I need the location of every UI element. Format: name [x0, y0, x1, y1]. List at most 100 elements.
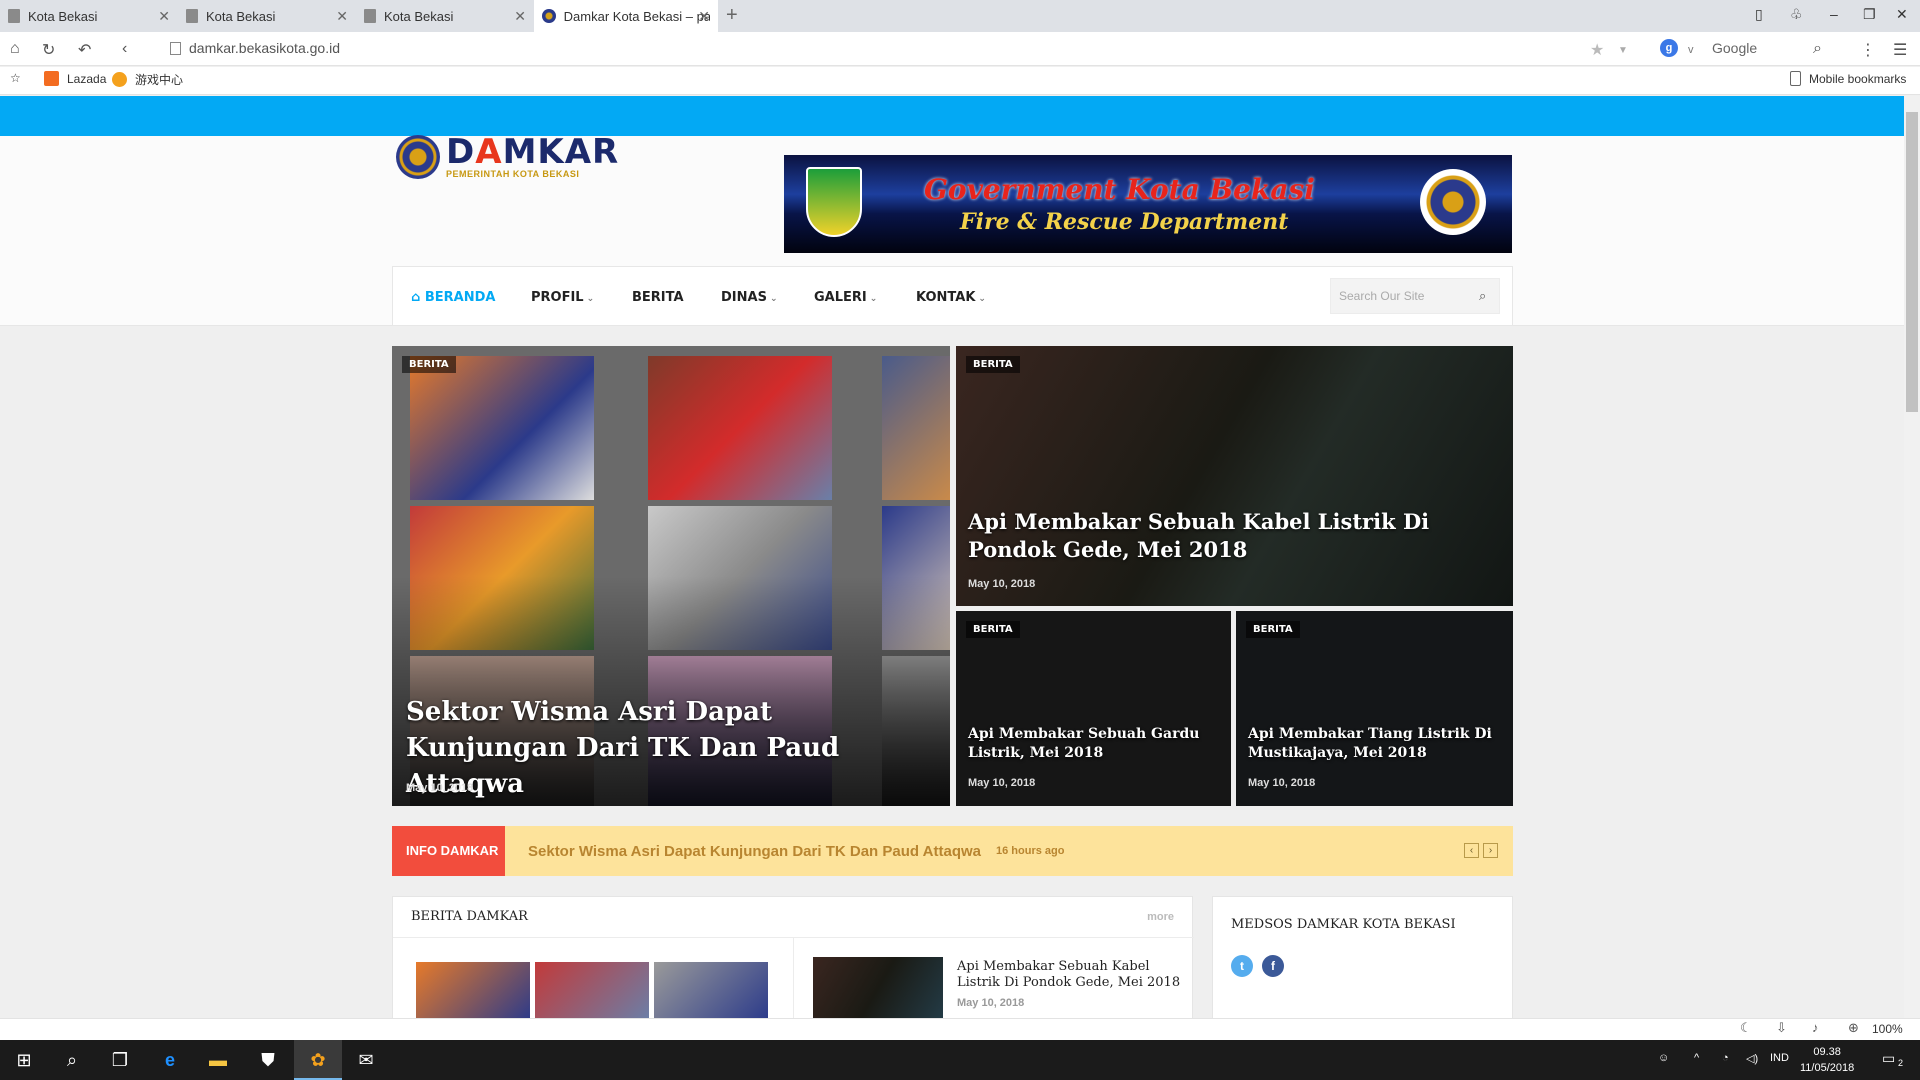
chevron-down-icon: ⌄	[586, 294, 595, 304]
twitter-icon[interactable]: t	[1231, 955, 1253, 977]
store-icon[interactable]: ⛊	[256, 1048, 280, 1072]
featured-post-4[interactable]: BERITA Api Membakar Tiang Listrik Di Mus…	[1236, 611, 1513, 806]
thumbnail[interactable]	[813, 957, 943, 1021]
thumbnail[interactable]	[535, 962, 649, 1022]
browser-tab-3[interactable]: Kota Bekasi ✕	[356, 0, 534, 32]
banner-line-2: Fire & Rescue Department	[960, 209, 1289, 235]
game-center-icon	[112, 72, 127, 87]
chevron-up-icon[interactable]: ^	[1694, 1052, 1699, 1064]
featured-post-2[interactable]: BERITA Api Membakar Sebuah Kabel Listrik…	[956, 346, 1513, 606]
star-bookmark-icon[interactable]: ★	[1590, 40, 1604, 60]
close-tab-icon[interactable]: ✕	[158, 8, 170, 25]
page-icon	[170, 42, 181, 55]
close-window-icon[interactable]: ✕	[1896, 6, 1908, 23]
volume-icon[interactable]: ♪	[1812, 1020, 1819, 1035]
speaker-icon[interactable]: ◁)	[1746, 1052, 1758, 1065]
nav-label: GALERI	[814, 290, 867, 305]
home-icon[interactable]: ⌂	[10, 40, 20, 58]
ticker-headline[interactable]: Sektor Wisma Asri Dapat Kunjungan Dari T…	[528, 843, 981, 860]
close-tab-icon[interactable]: ✕	[336, 8, 348, 25]
medsos-panel: MEDSOS DAMKAR KOTA BEKASI t f	[1212, 896, 1513, 1020]
input-language[interactable]: IND	[1770, 1052, 1789, 1064]
nav-label: BERITA	[632, 290, 684, 305]
close-tab-icon[interactable]: ✕	[514, 8, 526, 25]
post-title[interactable]: Api Membakar Tiang Listrik Di Mustikajay…	[1248, 725, 1498, 763]
minimize-icon[interactable]: –	[1830, 6, 1838, 22]
reload-icon[interactable]: ↻	[42, 40, 55, 60]
zoom-level[interactable]: 100%	[1872, 1022, 1903, 1036]
featured-post-3[interactable]: BERITA Api Membakar Sebuah Gardu Listrik…	[956, 611, 1231, 806]
night-mode-icon[interactable]: ☾	[1740, 1020, 1752, 1036]
mail-icon[interactable]: ✉	[354, 1048, 378, 1072]
bookmark-lazada[interactable]: Lazada	[44, 71, 106, 86]
panel-title: BERITA DAMKAR	[411, 909, 528, 924]
thumbnail[interactable]	[654, 962, 768, 1022]
download-icon[interactable]: ⇩	[1776, 1020, 1787, 1036]
windows-start-icon[interactable]: ⊞	[12, 1048, 36, 1072]
nav-galeri[interactable]: GALERI ⌄	[814, 290, 877, 305]
back-icon[interactable]: ‹	[122, 40, 127, 58]
tab-title: Kota Bekasi	[384, 8, 454, 24]
people-icon[interactable]: ☺	[1658, 1052, 1669, 1064]
category-badge[interactable]: BERITA	[402, 356, 456, 373]
bookmark-game-center[interactable]: 游戏中心	[112, 71, 183, 88]
new-tab-plus-icon[interactable]: +	[726, 4, 738, 27]
bookmark-label: Mobile bookmarks	[1809, 71, 1907, 86]
mobile-bookmarks[interactable]: Mobile bookmarks	[1790, 71, 1906, 86]
ticker-prev-button[interactable]: ‹	[1464, 843, 1479, 858]
ticker-next-button[interactable]: ›	[1483, 843, 1498, 858]
more-vert-icon[interactable]: ⋮	[1860, 40, 1876, 60]
file-explorer-icon[interactable]: ▬	[206, 1048, 230, 1072]
tab-title: Damkar Kota Bekasi – pantang	[563, 8, 710, 24]
chevron-down-icon[interactable]: v	[1688, 44, 1694, 56]
close-tab-icon[interactable]: ✕	[698, 8, 710, 25]
chevron-down-icon[interactable]: ▼	[1618, 45, 1628, 56]
facebook-icon[interactable]: f	[1262, 955, 1284, 977]
url-field[interactable]: damkar.bekasikota.go.id	[189, 40, 340, 56]
post-title[interactable]: Api Membakar Sebuah Gardu Listrik, Mei 2…	[968, 725, 1218, 763]
home-icon: ⌂	[411, 290, 425, 305]
task-view-icon[interactable]: ❐	[108, 1048, 132, 1072]
search-engine-field[interactable]: Google	[1712, 40, 1757, 56]
nav-berita[interactable]: BERITA	[632, 290, 684, 305]
search-icon[interactable]: ⌕	[1479, 288, 1486, 304]
browser-tab-2[interactable]: Kota Bekasi ✕	[178, 0, 356, 32]
edge-browser-icon[interactable]: e	[158, 1048, 182, 1072]
featured-post-main[interactable]: BERITA Sektor Wisma Asri Dapat Kunjungan…	[392, 346, 950, 806]
nav-kontak[interactable]: KONTAK ⌄	[916, 290, 986, 305]
category-badge[interactable]: BERITA	[966, 621, 1020, 638]
action-center-icon[interactable]: ▭	[1882, 1050, 1895, 1067]
search-icon[interactable]: ⌕	[1813, 40, 1822, 58]
nav-dinas[interactable]: DINAS ⌄	[721, 290, 777, 305]
uc-browser-icon[interactable]: ✿	[306, 1048, 330, 1072]
header-banner[interactable]: Government Kota Bekasi Fire & Rescue Dep…	[784, 155, 1512, 253]
tab-list-icon[interactable]: ▯	[1755, 6, 1763, 23]
site-search-input[interactable]: Search Our Site	[1330, 278, 1500, 314]
chevron-down-icon: ⌄	[869, 294, 878, 304]
wifi-icon[interactable]: ◔	[1722, 1052, 1729, 1064]
shirt-skin-icon[interactable]: ♧	[1790, 6, 1803, 23]
undo-close-icon[interactable]: ↶	[78, 40, 91, 60]
system-clock[interactable]: 09.38 11/05/2018	[1800, 1044, 1854, 1076]
damkar-favicon	[542, 9, 556, 23]
photo-tile	[410, 356, 594, 500]
site-logo[interactable]: DAMKAR PEMERINTAH KOTA BEKASI	[396, 135, 619, 179]
browser-tab-active[interactable]: Damkar Kota Bekasi – pantang ✕	[534, 0, 718, 32]
category-badge[interactable]: BERITA	[966, 356, 1020, 373]
star-icon[interactable]: ☆	[10, 71, 21, 85]
thumbnail[interactable]	[416, 962, 530, 1022]
zoom-icon[interactable]: ⊕	[1848, 1020, 1859, 1036]
post-title[interactable]: Sektor Wisma Asri Dapat Kunjungan Dari T…	[406, 694, 936, 802]
category-badge[interactable]: BERITA	[1246, 621, 1300, 638]
menu-icon[interactable]: ☰	[1893, 40, 1907, 60]
more-link[interactable]: more	[1147, 911, 1174, 923]
restore-icon[interactable]: ❐	[1863, 6, 1876, 23]
nav-profil[interactable]: PROFIL ⌄	[531, 290, 594, 305]
scrollbar-thumb[interactable]	[1906, 112, 1918, 412]
google-search-icon[interactable]: g	[1660, 39, 1678, 57]
post-title[interactable]: Api Membakar Sebuah Kabel Listrik Di Pon…	[957, 959, 1181, 991]
nav-beranda[interactable]: ⌂ BERANDA	[411, 290, 495, 305]
browser-tab-1[interactable]: Kota Bekasi ✕	[0, 0, 178, 32]
post-title[interactable]: Api Membakar Sebuah Kabel Listrik Di Pon…	[968, 508, 1498, 564]
search-icon[interactable]: ⌕	[60, 1048, 84, 1072]
